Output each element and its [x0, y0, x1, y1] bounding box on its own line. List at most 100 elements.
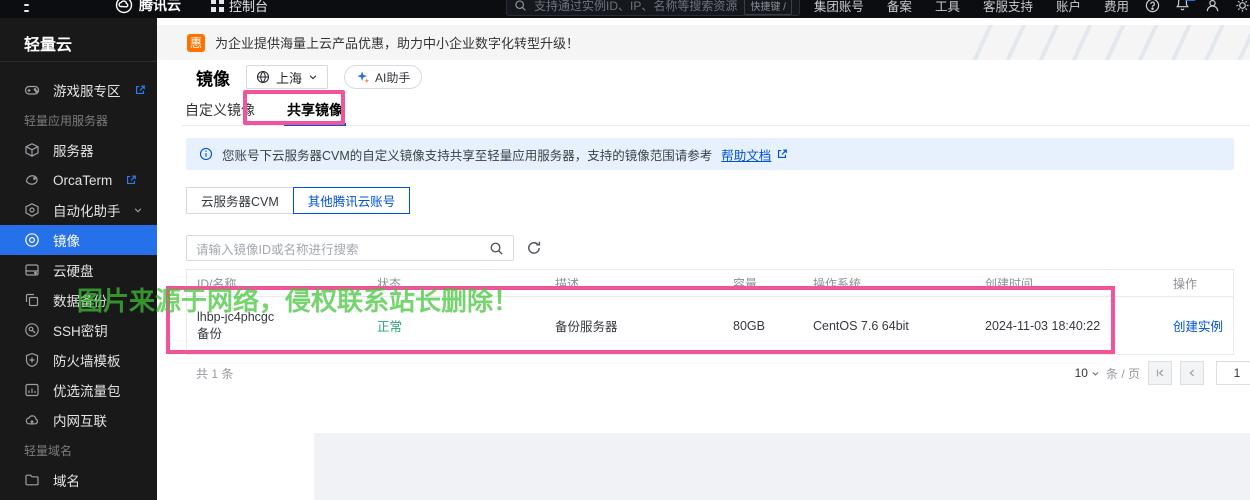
- cloud-logo-icon: [115, 0, 133, 14]
- sidebar-item-automation[interactable]: 自动化助手: [0, 195, 157, 225]
- region-value: 上海: [276, 70, 303, 86]
- chevron-down-icon: [134, 208, 142, 213]
- sidebar-item-label: OrcaTerm: [53, 172, 113, 188]
- sidebar: 轻量云 游戏服专区 轻量应用服务器 服务器 OrcaTerm 自动化助手 镜像 …: [0, 18, 157, 500]
- sidebar-item-images[interactable]: 镜像: [0, 225, 157, 255]
- key-icon: [25, 323, 39, 337]
- refresh-icon: [528, 241, 541, 254]
- current-page-input[interactable]: 1: [1216, 361, 1250, 385]
- first-page-button[interactable]: [1148, 361, 1172, 385]
- console-label: 控制台: [228, 0, 268, 14]
- page-size-select[interactable]: 10: [1075, 366, 1100, 380]
- notification-badge: [1184, 0, 1197, 1]
- search-icon[interactable]: [489, 241, 504, 256]
- image-search-input[interactable]: 请输入镜像ID或名称进行搜索: [186, 235, 514, 261]
- menu-item-support[interactable]: 客服支持: [983, 0, 1033, 15]
- sidebar-section-lighthouse: 轻量应用服务器: [24, 113, 109, 128]
- watermark-text: 图片来源于网络，侵权联系站长删除！: [77, 286, 520, 316]
- topbar-menu: 集团账号 备案 工具 客服支持 账户 费用: [814, 0, 1129, 15]
- shortcut-hint-badge: 快捷键 /: [744, 0, 792, 15]
- sidebar-item-label: 自动化助手: [53, 204, 121, 219]
- annotation-box-shared-tab: [243, 90, 345, 125]
- help-doc-link[interactable]: 帮助文档: [721, 145, 771, 164]
- grid-icon: [210, 0, 224, 12]
- sidebar-item-game-zone[interactable]: 游戏服专区: [0, 75, 157, 105]
- sidebar-item-label: SSH密钥: [53, 324, 108, 339]
- console-nav-link[interactable]: 控制台: [210, 0, 268, 15]
- logo-text: 腾讯云: [138, 0, 181, 13]
- sidebar-item-label: 域名: [53, 474, 80, 489]
- console-screen: 腾讯云 控制台 支持通过实例ID、IP、名称等搜索资源 快捷键 / 集团账号 备…: [0, 0, 1250, 500]
- promo-badge-icon: 惠: [187, 33, 205, 52]
- total-count: 共 1 条: [196, 366, 234, 381]
- user-avatar-icon[interactable]: [1205, 0, 1220, 13]
- global-search-input[interactable]: 支持通过实例ID、IP、名称等搜索资源 快捷键 /: [506, 0, 800, 16]
- sidebar-item-label: 内网互联: [53, 414, 107, 429]
- sidebar-item-private-network[interactable]: 内网互联: [0, 405, 157, 435]
- global-search-placeholder: 支持通过实例ID、IP、名称等搜索资源: [534, 0, 738, 13]
- page-size-value: 10: [1074, 366, 1088, 380]
- chevron-down-icon: [309, 75, 317, 80]
- shield-icon: [25, 352, 39, 368]
- gamepad-icon: [24, 85, 40, 95]
- page-title: 镜像: [196, 69, 230, 89]
- sidebar-item-server[interactable]: 服务器: [0, 135, 157, 165]
- sidebar-item-domain[interactable]: 域名: [0, 465, 157, 495]
- notification-bell-icon[interactable]: [1175, 0, 1190, 11]
- col-actions: 操作: [1173, 276, 1198, 291]
- folder-icon: [25, 474, 39, 486]
- info-icon: [199, 147, 213, 161]
- sidebar-item-label: 云硬盘: [53, 264, 94, 279]
- ai-assistant-label: AI助手: [375, 70, 411, 85]
- top-navbar: 腾讯云 控制台 支持通过实例ID、IP、名称等搜索资源 快捷键 / 集团账号 备…: [0, 0, 1250, 18]
- sidebar-item-label: 服务器: [53, 144, 94, 159]
- search-icon: [515, 0, 526, 11]
- image-search-placeholder: 请输入镜像ID或名称进行搜索: [196, 242, 359, 257]
- subtab-cvm[interactable]: 云服务器CVM: [186, 187, 294, 214]
- refresh-button[interactable]: [526, 240, 542, 256]
- prev-page-icon: [1189, 369, 1195, 377]
- sidebar-section-domain: 轻量域名: [24, 443, 73, 458]
- subtab-other-account[interactable]: 其他腾讯云账号: [292, 187, 411, 214]
- promo-banner: 惠 为企业提供海量上云产品优惠，助力中小企业数字化转型升级！: [157, 25, 1250, 60]
- sidebar-title: 轻量云: [0, 18, 157, 62]
- assistant-icon: [25, 203, 39, 217]
- page-background: [314, 433, 1250, 500]
- sidebar-item-label: 镜像: [53, 234, 80, 249]
- cloud-network-icon: [25, 415, 38, 425]
- globe-icon: [256, 70, 270, 84]
- sidebar-item-label: 防火墙模板: [53, 354, 121, 369]
- banner-decoration: [960, 25, 1250, 60]
- share-source-switch: 云服务器CVM 其他腾讯云账号: [186, 187, 1234, 214]
- external-link-icon: [135, 85, 145, 95]
- external-link-icon: [127, 175, 137, 185]
- sidebar-item-ssh-key[interactable]: SSH密钥: [0, 315, 157, 345]
- sidebar-item-orcaterm[interactable]: OrcaTerm: [0, 165, 157, 195]
- promo-text: 为企业提供海量上云产品优惠，助力中小企业数字化转型升级！: [215, 36, 580, 51]
- image-target-icon: [25, 233, 39, 247]
- chevron-down-icon: [1092, 371, 1099, 376]
- pagination-bar: 共 1 条 10 条 / 页 1: [186, 355, 1250, 391]
- prev-page-button[interactable]: [1180, 361, 1204, 385]
- ai-sparkle-icon: [357, 71, 370, 84]
- menu-item-account[interactable]: 账户: [1056, 0, 1081, 15]
- help-icon[interactable]: [1145, 0, 1160, 13]
- region-selector[interactable]: 上海: [246, 65, 329, 89]
- menu-item-icp[interactable]: 备案: [887, 0, 912, 15]
- first-page-icon: [1156, 369, 1164, 377]
- settings-gear-icon[interactable]: [1235, 0, 1250, 13]
- sidebar-item-traffic-package[interactable]: 优选流量包: [0, 375, 157, 405]
- hamburger-menu-icon[interactable]: [24, 0, 29, 12]
- sidebar-item-label: 游戏服专区: [53, 84, 121, 99]
- menu-item-tools[interactable]: 工具: [935, 0, 960, 15]
- sidebar-item-firewall-template[interactable]: 防火墙模板: [0, 345, 157, 375]
- tencent-cloud-logo[interactable]: 腾讯云: [115, 0, 181, 15]
- info-banner: 您账号下云服务器CVM的自定义镜像支持共享至轻量应用服务器，支持的镜像范围请参考…: [186, 138, 1234, 170]
- info-banner-text: 您账号下云服务器CVM的自定义镜像支持共享至轻量应用服务器，支持的镜像范围请参考: [222, 148, 713, 163]
- menu-item-billing[interactable]: 费用: [1104, 0, 1129, 15]
- ai-assistant-button[interactable]: AI助手: [344, 65, 423, 89]
- backup-copy-icon: [25, 293, 39, 307]
- menu-item-group-account[interactable]: 集团账号: [814, 0, 864, 15]
- create-instance-link[interactable]: 创建实例: [1173, 316, 1233, 335]
- sidebar-item-label: 优选流量包: [53, 384, 121, 399]
